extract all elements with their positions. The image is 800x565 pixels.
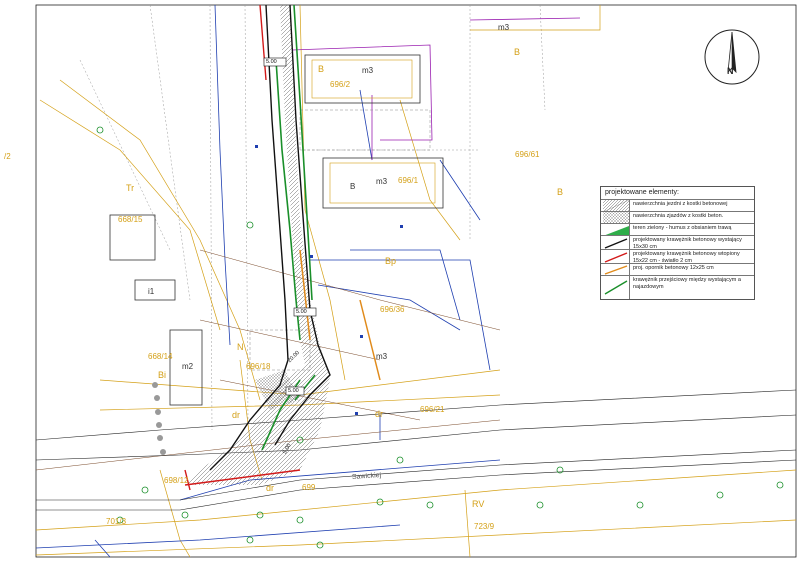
legend-symbol-kerb-raised-icon	[603, 236, 630, 250]
zone-label: RV	[472, 499, 485, 509]
zone-label: dr	[232, 410, 241, 420]
zone-label: B	[557, 187, 564, 197]
legend-item-label: nawierzchnia jezdni z kostki betonowej	[633, 201, 728, 207]
legend-item: projektowany krawężnik betonowy wystając…	[601, 235, 754, 250]
zone-label: Tr	[126, 183, 135, 193]
legend-symbol-kerb-transition-icon	[603, 276, 630, 299]
parcel-label: 699	[302, 483, 316, 492]
road-edges	[35, 389, 797, 511]
legend-item-label: proj. opornik betonowy 12x25 cm	[633, 265, 714, 271]
parcel-label: 696/1	[398, 176, 419, 185]
dimension-label: 5.00	[266, 59, 277, 65]
parcel-label: 696/36	[380, 305, 405, 314]
zone-label: N	[237, 342, 244, 352]
building-label: m3	[362, 66, 374, 75]
parcel-label: 723/9	[474, 522, 495, 531]
parcel-label: 698/12	[164, 476, 189, 485]
parcel-label: 696/21	[420, 405, 445, 414]
building-label: i1	[148, 287, 155, 296]
zone-label: B	[318, 64, 325, 74]
parcel-label: 696/18	[246, 362, 271, 371]
zone-label: Bi	[158, 370, 167, 380]
parcel-label: 701/3	[106, 517, 127, 526]
legend-title: projektowane elementy:	[605, 189, 679, 196]
legend-symbol-kerb-sunken-icon	[603, 250, 630, 264]
legend-item: krawężnik przejściowy między wystającym …	[601, 275, 754, 299]
zone-label: B	[514, 47, 521, 57]
legend-item: projektowany krawężnik betonowy wtopiony…	[601, 249, 754, 264]
utility-lines-purple	[291, 17, 581, 160]
legend-item-label: krawężnik przejściowy między wystającym …	[633, 277, 741, 290]
parcel-label: 696/61	[515, 150, 540, 159]
parcel-label: /2	[4, 152, 11, 161]
existing-trees-grey	[152, 382, 166, 455]
dimension-label: 5.00	[296, 309, 307, 315]
north-letter: N	[727, 66, 734, 76]
legend-item-label: teren zielony - humus z obsianiem trawą	[633, 225, 732, 231]
parcel-label: 696/2	[330, 80, 351, 89]
legend-item-label: nawierzchnia zjazdów z kostki beton.	[633, 213, 724, 219]
zone-label: dr	[266, 483, 275, 493]
building-label: m3	[498, 23, 510, 32]
dimension-label: 5.00	[288, 388, 299, 394]
terrace-outlines	[249, 109, 431, 371]
north-arrow-icon: N	[703, 28, 761, 86]
building-label: m2	[182, 362, 194, 371]
parcel-label: 668/15	[118, 215, 143, 224]
zone-label: dr	[375, 409, 384, 419]
building-label: B	[350, 182, 356, 191]
parcel-label: 668/14	[148, 352, 173, 361]
building-label: m3	[376, 352, 388, 361]
building-label: m3	[376, 177, 388, 186]
zone-label: Bp	[385, 256, 397, 266]
legend: projektowane elementy: nawierzchnia jezd…	[600, 186, 755, 300]
